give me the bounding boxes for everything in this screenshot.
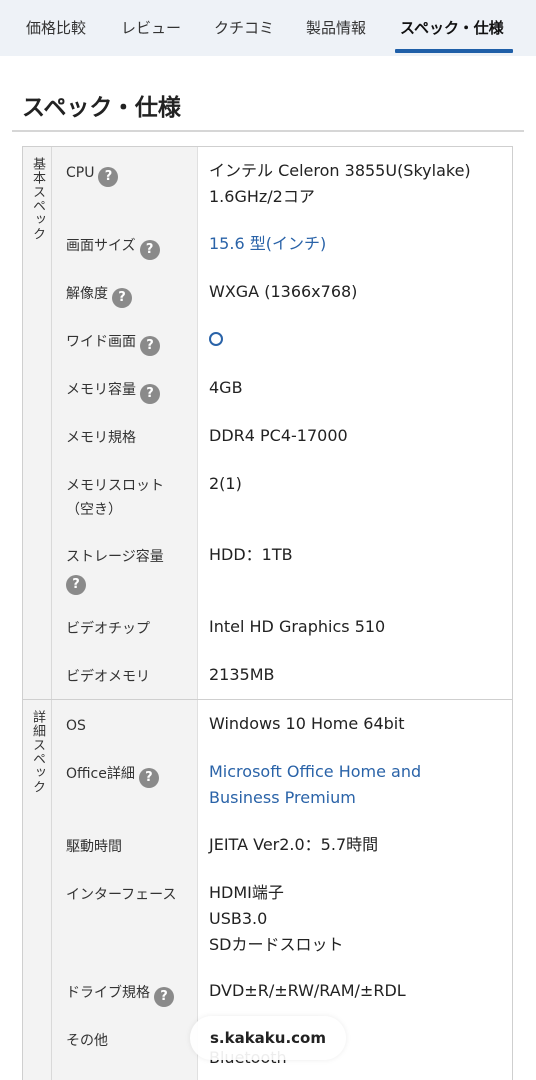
spec-value-screen-size-link[interactable]: 15.6 型(インチ): [198, 220, 512, 268]
spec-label-os: OS: [52, 700, 198, 748]
question-circle-icon[interactable]: ?: [66, 575, 86, 595]
spec-label-memory-size: メモリ容量?: [52, 364, 198, 412]
spec-value-drive: DVD±R/±RW/RAM/±RDL: [198, 967, 512, 1015]
spec-row-office: Office詳細? Microsoft Office Home and Busi…: [52, 748, 512, 821]
group-label-detail-text: 詳細スペック: [30, 710, 45, 794]
spec-group-basic: 基本スペック CPU? インテル Celeron 3855U(Skylake) …: [23, 146, 512, 699]
question-circle-icon[interactable]: ?: [154, 987, 174, 1007]
tab-specs[interactable]: スペック・仕様: [400, 17, 504, 38]
spec-value-resolution: WXGA (1366x768): [198, 268, 512, 316]
active-tab-indicator: [395, 49, 513, 53]
spec-row-interface: インターフェース HDMI端子 USB3.0 SDカードスロット: [52, 869, 512, 967]
yes-circle-mark: [209, 332, 223, 346]
interface-item: USB3.0: [209, 909, 268, 928]
spec-label-cpu: CPU?: [52, 147, 198, 220]
spec-row-os: OS Windows 10 Home 64bit: [52, 700, 512, 748]
spec-value-video-chip: Intel HD Graphics 510: [198, 603, 512, 651]
interface-item: HDMI端子: [209, 883, 284, 902]
question-circle-icon[interactable]: ?: [140, 384, 160, 404]
spec-label-text: 解像度: [66, 286, 108, 302]
question-circle-icon[interactable]: ?: [138, 768, 159, 788]
spec-label-battery-life: 駆動時間: [52, 821, 198, 869]
spec-label-text: CPU: [66, 165, 95, 181]
spec-label-storage: ストレージ容量?: [52, 531, 198, 603]
spec-row-drive: ドライブ規格? DVD±R/±RW/RAM/±RDL: [52, 967, 512, 1015]
spec-value-interface: HDMI端子 USB3.0 SDカードスロット: [198, 869, 512, 967]
interface-item: SDカードスロット: [209, 935, 344, 954]
spec-label-text: メモリ容量: [66, 382, 136, 398]
group-label-basic-text: 基本スペック: [30, 157, 45, 241]
group-label-basic: 基本スペック: [23, 147, 52, 699]
spec-value-battery-life: JEITA Ver2.0：5.7時間: [198, 821, 512, 869]
spec-label-screen-size: 画面サイズ?: [52, 220, 198, 268]
question-circle-icon[interactable]: ?: [139, 240, 160, 260]
spec-label-office: Office詳細?: [52, 748, 198, 821]
spec-value-memory-slots: 2(1): [198, 460, 512, 531]
spec-value-memory-size: 4GB: [198, 364, 512, 412]
spec-value-storage: HDD：1TB: [198, 531, 512, 603]
spec-value-os: Windows 10 Home 64bit: [198, 700, 512, 748]
spec-value-cpu: インテル Celeron 3855U(Skylake) 1.6GHz/2コア: [198, 147, 512, 220]
tab-product-info[interactable]: 製品情報: [306, 17, 366, 38]
spec-label-video-chip: ビデオチップ: [52, 603, 198, 651]
spec-value-memory-standard: DDR4 PC4-17000: [198, 412, 512, 460]
spec-label-text: ストレージ容量: [66, 549, 164, 565]
spec-row-memory-standard: メモリ規格 DDR4 PC4-17000: [52, 412, 512, 460]
spec-label-video-memory: ビデオメモリ: [52, 651, 198, 699]
tab-word-of-mouth[interactable]: クチコミ: [214, 17, 274, 38]
spec-value-video-memory: 2135MB: [198, 651, 512, 699]
spec-table: 基本スペック CPU? インテル Celeron 3855U(Skylake) …: [22, 146, 513, 1080]
spec-label-resolution: 解像度?: [52, 268, 198, 316]
spec-label-memory-standard: メモリ規格: [52, 412, 198, 460]
question-circle-icon[interactable]: ?: [112, 288, 132, 308]
source-watermark: s.kakaku.com: [190, 1016, 346, 1060]
spec-row-screen-size: 画面サイズ? 15.6 型(インチ): [52, 220, 512, 268]
spec-row-wide-screen: ワイド画面?: [52, 316, 512, 364]
question-circle-icon[interactable]: ?: [98, 167, 119, 187]
spec-label-other: その他: [52, 1015, 198, 1080]
spec-row-memory-slots: メモリスロット（空き） 2(1): [52, 460, 512, 531]
spec-label-memory-slots: メモリスロット（空き）: [52, 460, 198, 531]
tab-price-compare[interactable]: 価格比較: [26, 17, 86, 38]
spec-row-cpu: CPU? インテル Celeron 3855U(Skylake) 1.6GHz/…: [52, 147, 512, 220]
spec-row-memory-size: メモリ容量? 4GB: [52, 364, 512, 412]
tab-reviews[interactable]: レビュー: [121, 17, 181, 38]
spec-label-text: ワイド画面: [66, 334, 136, 350]
spec-value-office-link[interactable]: Microsoft Office Home and Business Premi…: [198, 748, 512, 821]
spec-label-text: 画面サイズ: [66, 238, 136, 254]
title-divider: [12, 130, 524, 132]
spec-row-resolution: 解像度? WXGA (1366x768): [52, 268, 512, 316]
spec-value-wide-screen: [198, 316, 512, 364]
spec-row-storage: ストレージ容量? HDD：1TB: [52, 531, 512, 603]
spec-label-drive: ドライブ規格?: [52, 967, 198, 1015]
spec-label-text: Office詳細: [66, 766, 135, 782]
page-title: スペック・仕様: [22, 95, 181, 121]
spec-row-video-memory: ビデオメモリ 2135MB: [52, 651, 512, 699]
spec-label-text: ドライブ規格: [66, 985, 150, 1001]
tab-bar: 価格比較 レビュー クチコミ 製品情報 スペック・仕様: [0, 0, 536, 56]
spec-row-battery-life: 駆動時間 JEITA Ver2.0：5.7時間: [52, 821, 512, 869]
question-circle-icon[interactable]: ?: [140, 336, 160, 356]
spec-label-interface: インターフェース: [52, 869, 198, 967]
group-label-detail: 詳細スペック: [23, 700, 52, 1080]
spec-label-wide-screen: ワイド画面?: [52, 316, 198, 364]
spec-row-video-chip: ビデオチップ Intel HD Graphics 510: [52, 603, 512, 651]
